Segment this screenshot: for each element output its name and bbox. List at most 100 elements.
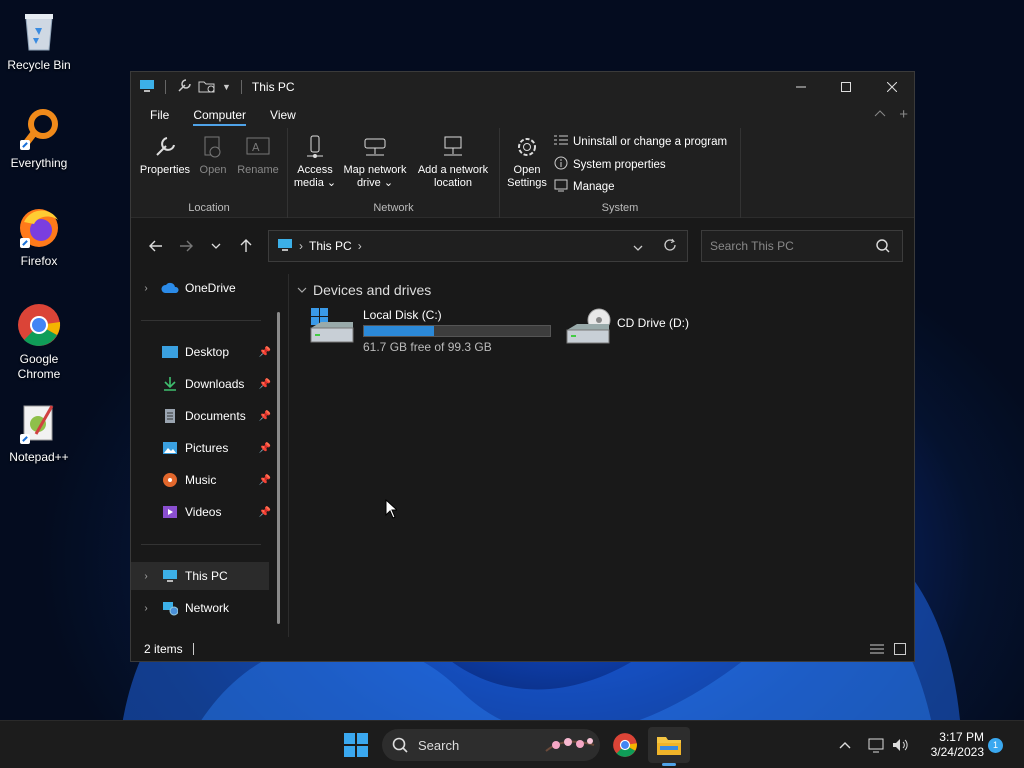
uninstall-program-button[interactable]: Uninstall or change a program — [554, 134, 727, 149]
drive-detail: 61.7 GB free of 99.3 GB — [363, 340, 492, 354]
open-icon — [195, 132, 231, 162]
folder-icon — [657, 737, 681, 755]
nav-item-this-pc[interactable]: › This PC — [131, 562, 269, 590]
nav-item-pictures[interactable]: Pictures 📌 — [131, 434, 271, 462]
up-button[interactable] — [231, 231, 261, 261]
nav-item-documents[interactable]: Documents 📌 — [131, 402, 271, 430]
back-button[interactable] — [141, 231, 171, 261]
details-view-icon[interactable] — [870, 643, 884, 658]
nav-item-videos[interactable]: Videos 📌 — [131, 498, 271, 526]
open-button[interactable]: Open — [195, 132, 231, 177]
local-disk-icon — [309, 308, 355, 349]
properties-button[interactable]: Properties — [137, 132, 193, 177]
address-input[interactable]: › This PC › — [268, 230, 688, 262]
mouse-cursor-icon — [385, 499, 397, 519]
ribbon: Properties Open A Rename Location Access… — [131, 128, 914, 218]
divider — [240, 80, 242, 94]
open-settings-button[interactable]: Open Settings — [506, 132, 548, 190]
maximize-button[interactable] — [823, 72, 869, 102]
nav-scrollbar[interactable] — [277, 312, 280, 624]
show-hidden-icons-button[interactable] — [834, 727, 856, 763]
network-icon — [868, 738, 884, 753]
address-dropdown-icon[interactable] — [633, 240, 643, 254]
notification-badge[interactable]: 1 — [988, 738, 1003, 753]
taskbar-file-explorer[interactable] — [648, 727, 690, 766]
title-bar: ▼ This PC — [131, 72, 914, 102]
divider — [192, 643, 194, 655]
taskbar-search[interactable]: Search — [382, 729, 600, 761]
map-drive-label: Map network — [343, 164, 407, 176]
tab-computer[interactable]: Computer — [184, 102, 255, 128]
clock-date: 3/24/2023 — [930, 745, 984, 759]
new-folder-quick-icon[interactable] — [198, 79, 216, 96]
nav-label: OneDrive — [185, 281, 236, 295]
breadcrumb-this-pc[interactable]: This PC — [309, 239, 352, 253]
rename-label: Rename — [237, 164, 279, 176]
explorer-body: › OneDrive Desktop 📌 Downloads 📌 Documen… — [131, 274, 914, 637]
divider — [165, 80, 166, 94]
wrench-icon — [137, 132, 193, 162]
tiles-view-icon[interactable] — [894, 643, 906, 658]
rename-button[interactable]: A Rename — [235, 132, 281, 177]
desktop-icon-recycle-bin[interactable]: Recycle Bin — [0, 8, 78, 73]
chevron-down-icon — [297, 287, 307, 293]
help-plus-icon[interactable]: + — [899, 106, 908, 123]
desktop-icon-label: Everything — [10, 156, 68, 170]
minimize-button[interactable] — [778, 72, 824, 102]
nav-item-network[interactable]: › Network — [131, 594, 271, 622]
start-button[interactable] — [338, 727, 374, 763]
close-button[interactable] — [869, 72, 915, 102]
cherry-blossom-icon — [545, 738, 595, 752]
manage-button[interactable]: Manage — [554, 178, 615, 195]
pin-icon: 📌 — [258, 378, 271, 390]
drive-d[interactable]: CD Drive (D:) — [565, 308, 689, 349]
cd-drive-icon — [565, 308, 611, 349]
add-network-location-button[interactable]: Add a network location — [412, 132, 494, 190]
chevron-down-icon[interactable]: ▼ — [222, 82, 231, 92]
forward-button[interactable] — [171, 231, 201, 261]
drive-name: Local Disk (C:) — [363, 308, 442, 322]
desktop-icon-google-chrome[interactable]: Google Chrome — [0, 302, 78, 382]
network-tray-icon[interactable] — [864, 727, 888, 763]
devices-section-header[interactable]: Devices and drives — [297, 282, 431, 298]
clock[interactable]: 3:17 PM 3/24/2023 — [918, 730, 984, 760]
volume-tray-icon[interactable] — [890, 727, 912, 763]
nav-item-onedrive[interactable]: › OneDrive — [131, 274, 271, 302]
chevron-right-icon[interactable]: › — [358, 239, 362, 253]
nav-label: Desktop — [185, 345, 230, 359]
desktop-icon-firefox[interactable]: Firefox — [0, 204, 78, 269]
nav-label: Network — [185, 601, 230, 615]
map-network-drive-button[interactable]: Map network drive ⌄ — [340, 132, 410, 190]
collapse-ribbon-icon[interactable] — [874, 108, 886, 123]
system-properties-button[interactable]: System properties — [554, 156, 666, 173]
desktop-folder-icon — [161, 344, 179, 360]
content-pane: Devices and drives Local Disk (C:) 61.7 … — [289, 274, 914, 637]
desktop-icon-notepad-plus[interactable]: Notepad++ — [0, 400, 78, 465]
chevron-right-icon[interactable]: › — [131, 571, 161, 582]
desktop-icon-everything[interactable]: Everything — [0, 106, 78, 171]
nav-item-music[interactable]: Music 📌 — [131, 466, 271, 494]
access-media-button[interactable]: Access media ⌄ — [290, 132, 340, 190]
nav-item-desktop[interactable]: Desktop 📌 — [131, 338, 271, 366]
chevron-right-icon[interactable]: › — [131, 283, 161, 294]
search-icon[interactable] — [876, 239, 890, 256]
refresh-icon[interactable] — [663, 238, 677, 255]
properties-quick-icon[interactable] — [176, 78, 192, 97]
item-count: 2 items — [144, 642, 183, 656]
chevron-up-icon — [839, 742, 851, 749]
tab-file[interactable]: File — [141, 102, 178, 128]
network-location-icon — [412, 132, 494, 162]
nav-item-downloads[interactable]: Downloads 📌 — [131, 370, 271, 398]
taskbar-chrome[interactable] — [606, 727, 644, 763]
chevron-right-icon[interactable]: › — [131, 603, 161, 614]
search-input[interactable]: Search This PC — [701, 230, 903, 262]
recent-locations-button[interactable] — [201, 231, 231, 261]
tab-view[interactable]: View — [261, 102, 305, 128]
drive-c[interactable]: Local Disk (C:) 61.7 GB free of 99.3 GB — [309, 308, 551, 354]
disk-usage-bar — [363, 325, 551, 337]
firefox-icon — [16, 204, 62, 250]
download-arrow-icon — [161, 376, 179, 392]
recycle-bin-icon — [16, 8, 62, 54]
shortcut-arrow-icon — [20, 238, 30, 248]
properties-label: Properties — [139, 164, 191, 176]
